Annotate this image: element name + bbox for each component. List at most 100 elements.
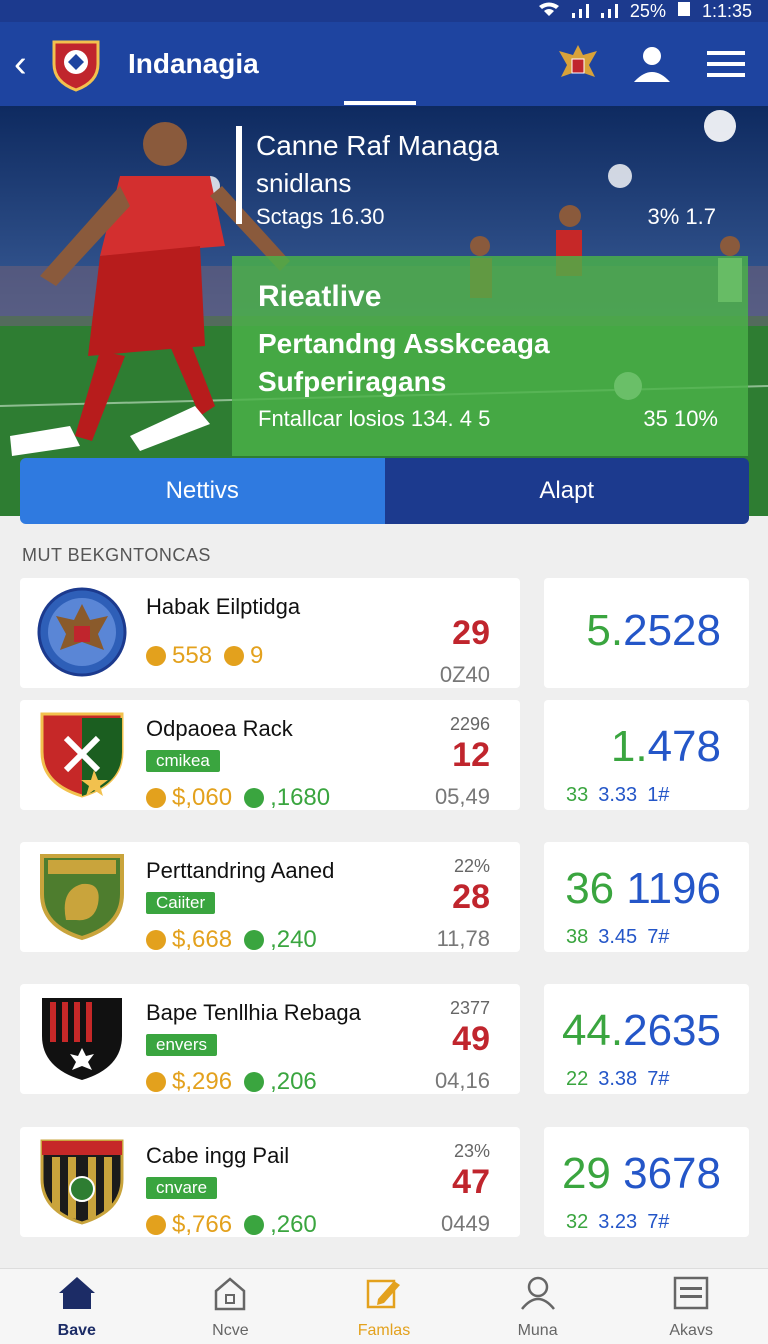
token-icon [244,930,265,950]
stat-sub-row: 33 3.33 1# [566,784,669,807]
team-code: 04,16 [434,1068,490,1093]
stat-sub-2: 3.23 [598,1211,638,1233]
panel-line-2: Sufperiragans [258,366,447,397]
team-stat-card[interactable]: 44.2635 22 3.38 7# [544,984,749,1094]
stat-value: 44.2635 [562,1006,721,1056]
team-card[interactable]: Habak Eilptidga 558 9 29 0Z40 [20,578,520,688]
list-icon [671,1275,711,1316]
team-money: $,296 [172,1068,233,1095]
user-icon[interactable] [624,36,680,92]
team-secondary-value: ,1680 [270,784,331,811]
garuda-emblem-icon[interactable] [550,36,606,92]
team-card[interactable]: Perttandring Aaned Caiiter $,668 ,240 22% 28 1… [20,842,520,953]
team-crest-icon [36,992,128,1084]
team-card[interactable]: Odpaoea Rack cmikea $,060 ,1680 2296 12 05,49 [20,700,520,812]
stat-sub-row: 22 3.38 7# [566,1068,669,1091]
panel-title: Rieatlive [258,280,382,313]
nav-label: Bave [57,1322,96,1339]
panel-stat-left: Fntallcar losios 134. 4 5 [258,406,491,431]
team-money: $,766 [172,1211,233,1238]
menu-icon[interactable] [698,36,754,92]
nav-label: Famlas [357,1322,411,1339]
team-secondary-value: ,260 [270,1211,317,1238]
team-tag: envers [146,1034,218,1056]
stat-sub-1: 38 [566,926,589,948]
live-panel[interactable]: Rieatlive Pertandng Asskceaga Sufperirag… [232,256,748,456]
stat-sub-2: 3.45 [598,926,638,948]
team-code: 0Z40 [439,662,490,687]
team-name: Cabe ingg Pail [146,1143,290,1168]
hero-banner[interactable]: Canne Raf Managa snidlans Sctags 16.30 3… [0,106,768,516]
hero-heading: Canne Raf Managa [256,130,499,161]
signal-icon [571,4,589,18]
nav-item-building[interactable]: Ncve [154,1269,308,1344]
team-stat-card[interactable]: 29 3678 32 3.23 7# [544,1127,749,1237]
team-stats-row: $,766 ,260 [146,1211,317,1239]
team-secondary-value: ,206 [270,1068,317,1095]
team-money: 558 [172,642,213,669]
stat-sub-2: 3.33 [598,784,638,806]
token-icon [224,646,245,666]
nav-item-edit[interactable]: Famlas [307,1269,461,1344]
edit-icon [364,1275,404,1316]
battery-text: 25% [629,0,666,21]
team-tag: cnvare [146,1177,218,1199]
team-money: $,060 [172,784,233,811]
hero-stat-left: Sctags 16.30 [256,204,385,229]
battery-icon [677,1,690,22]
stat-value: 29 3678 [562,1149,721,1199]
coin-icon [146,1215,166,1235]
team-tag: Caiiter [146,892,216,914]
stat-sub-3: 7# [647,926,670,948]
team-score: 47 [452,1163,490,1201]
stat-value-part-a: 44. [561,1006,624,1055]
team-stat-card[interactable]: 36 1196 38 3.45 7# [544,842,749,952]
team-percent: 2377 [449,998,490,1018]
team-score: 29 [452,614,490,652]
coin-icon [146,788,166,808]
team-code: 0449 [441,1211,490,1236]
panel-line-1: Pertandng Asskceaga [258,328,550,359]
nav-item-list[interactable]: Akavs [614,1269,768,1344]
team-crest-icon [36,850,128,942]
stat-value-part-b: 1196 [626,864,721,913]
token-icon [244,1072,265,1092]
team-card[interactable]: Cabe ingg Pail cnvare $,766 ,260 23% 47 0449 [20,1127,520,1239]
nav-label: Muna [517,1322,558,1339]
stat-value-part-a: 5. [586,606,624,655]
team-stats-row: $,060 ,1680 [146,784,330,812]
building-icon [210,1275,250,1316]
home-icon [57,1275,97,1316]
stat-value-part-b: 2528 [623,606,721,655]
stat-value-part-b: 3678 [623,1149,721,1198]
toggle-right-button[interactable]: Alapt [384,458,749,524]
team-stat-card[interactable]: 5.2528 [544,578,749,688]
app-title: Indanagia [128,48,259,79]
team-tag: cmikea [146,750,220,772]
clock: 1:1:35 [701,0,752,21]
stat-sub-3: 7# [647,1211,670,1233]
team-card[interactable]: Bape Tenllhia Rebaga envers $,296 ,206 2377 4… [20,984,520,1095]
nav-item-home[interactable]: Bave [0,1269,154,1344]
stat-sub-2: 3.38 [598,1068,638,1090]
team-code: 05,49 [434,784,490,809]
team-name: Habak Eilptidga [146,594,301,619]
stat-value-part-a: 1. [610,722,648,771]
club-crest-icon [46,34,106,94]
back-icon[interactable]: ‹ [14,45,38,83]
team-stat-card[interactable]: 1.478 33 3.33 1# [544,700,749,810]
team-name: Bape Tenllhia Rebaga [146,1000,361,1025]
stat-sub-1: 32 [566,1211,589,1233]
person-icon [518,1275,558,1316]
app-bar: ‹ Indanagia [0,22,768,106]
team-crest-icon [36,586,128,678]
stat-sub-1: 33 [566,784,589,806]
toggle-left-button[interactable]: Nettivs [20,458,385,524]
token-icon [244,788,265,808]
token-icon [244,1215,265,1235]
accent-bar [236,126,242,224]
nav-item-person[interactable]: Muna [461,1269,615,1344]
hero-stat-right: 3% 1.7 [647,204,717,229]
stat-sub-3: 7# [647,1068,670,1090]
segment-toggle: Nettivs Alapt [20,458,749,524]
